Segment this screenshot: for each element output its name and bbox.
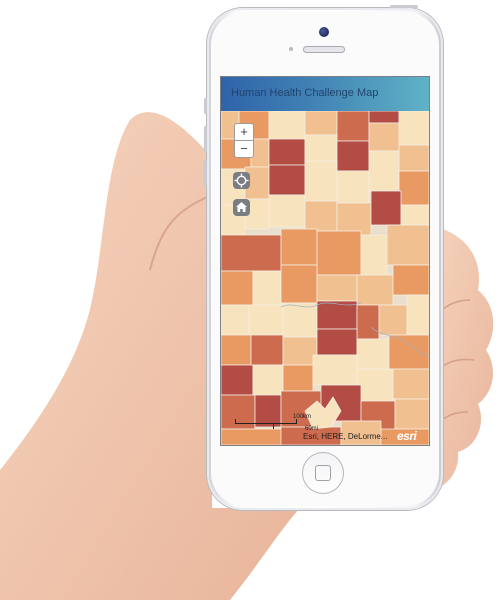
scale-km-label: 100km xyxy=(293,414,312,420)
earpiece-speaker xyxy=(303,46,345,53)
home-square-icon xyxy=(315,465,331,481)
scale-bar xyxy=(235,419,297,435)
zoom-in-icon: + xyxy=(240,124,248,139)
phone-screen: Human Health Challenge Map + − 100km 60m… xyxy=(220,76,430,446)
app-title: Human Health Challenge Map xyxy=(231,87,379,99)
power-button xyxy=(390,5,418,8)
phone-home-button[interactable] xyxy=(302,452,344,494)
proximity-sensor xyxy=(289,47,293,51)
esri-logo[interactable]: esri xyxy=(397,429,417,443)
locate-button[interactable] xyxy=(233,172,250,189)
zoom-out-icon: − xyxy=(240,141,248,156)
choropleth-map[interactable] xyxy=(221,111,429,445)
volume-down-button xyxy=(204,160,207,186)
volume-button xyxy=(204,98,207,114)
zoom-in-button[interactable]: + xyxy=(234,123,254,141)
volume-up-button xyxy=(204,126,207,152)
home-icon xyxy=(236,202,247,212)
map-attribution[interactable]: Esri, HERE, DeLorme... xyxy=(303,432,387,441)
zoom-out-button[interactable]: − xyxy=(234,140,254,158)
locate-icon xyxy=(234,173,249,188)
front-camera-icon xyxy=(319,27,329,37)
app-header: Human Health Challenge Map xyxy=(221,77,429,111)
home-view-button[interactable] xyxy=(233,199,250,216)
